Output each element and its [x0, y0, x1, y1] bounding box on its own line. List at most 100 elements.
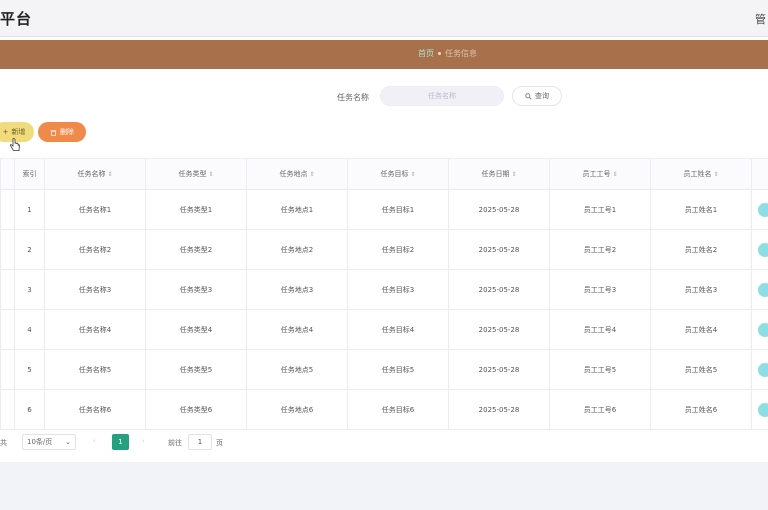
breadcrumb-banner: 首页 任务信息 [0, 40, 768, 69]
table-cell: 员工工号4 [549, 309, 651, 350]
row-action-button[interactable] [758, 362, 768, 377]
table-cell: 员工工号6 [549, 389, 651, 430]
column-header[interactable]: 任务类型 ⇕ [145, 158, 247, 190]
add-button-label: 新增 [11, 128, 26, 136]
sort-icon[interactable]: ⇕ [309, 171, 314, 178]
row-action-button[interactable] [758, 242, 768, 257]
chevron-down-icon: ⌄ [65, 438, 71, 446]
table-cell: 任务名称2 [44, 229, 146, 270]
column-header[interactable]: 任务日期 ⇕ [448, 158, 550, 190]
column-header-label: 任务名称 [77, 170, 106, 178]
row-action-button[interactable] [758, 402, 768, 417]
table-cell: 2025-05-28 [448, 349, 550, 390]
query-button[interactable]: 查询 [512, 86, 562, 106]
sort-icon[interactable]: ⇕ [410, 171, 415, 178]
table-row: 1 任务名称1 任务类型1 任务地点1 任务目标1 2025-05-28 员工工… [0, 189, 768, 230]
row-checkbox[interactable] [0, 229, 15, 270]
table-cell: 2025-05-28 [448, 229, 550, 270]
row-checkbox[interactable] [0, 269, 15, 310]
sort-icon[interactable]: ⇕ [612, 171, 617, 178]
search-input[interactable] [380, 86, 504, 106]
column-header[interactable]: 任务目标 ⇕ [347, 158, 449, 190]
table-cell: 5 [14, 349, 45, 390]
page-number-current[interactable]: 1 [112, 434, 129, 450]
table-cell: 任务类型3 [145, 269, 247, 310]
task-table-container: 索引 任务名称 ⇕ 任务类型 ⇕ 任务地点 ⇕ 任务目标 ⇕ 任务日期 ⇕ 员工工号 ⇕ 员… [0, 158, 768, 430]
page-unit-label: 页 [216, 439, 223, 447]
column-header[interactable]: 任务地点 ⇕ [246, 158, 348, 190]
query-button-label: 查询 [535, 92, 549, 100]
breadcrumb-home[interactable]: 首页 [418, 48, 434, 59]
table-cell: 任务地点4 [246, 309, 348, 350]
table-cell: 任务类型4 [145, 309, 247, 350]
row-action-button[interactable] [758, 202, 768, 217]
column-header[interactable]: 员工姓名 ⇕ [650, 158, 752, 190]
user-menu[interactable]: 管 [755, 11, 766, 27]
table-cell: 员工姓名5 [650, 349, 752, 390]
chevron-left-icon[interactable]: ‹ [93, 437, 96, 445]
row-actions [751, 229, 768, 270]
column-header-label: 任务目标 [380, 170, 409, 178]
table-cell: 4 [14, 309, 45, 350]
column-header-label: 任务类型 [178, 170, 207, 178]
table-cell: 任务名称6 [44, 389, 146, 430]
table-cell: 员工工号3 [549, 269, 651, 310]
actions-header [751, 158, 768, 190]
row-checkbox[interactable] [0, 309, 15, 350]
table-cell: 员工姓名3 [650, 269, 752, 310]
column-header-label: 员工工号 [582, 170, 611, 178]
table-row: 4 任务名称4 任务类型4 任务地点4 任务目标4 2025-05-28 员工工… [0, 309, 768, 350]
table-row: 6 任务名称6 任务类型6 任务地点6 任务目标6 2025-05-28 员工工… [0, 389, 768, 430]
table-cell: 任务目标3 [347, 269, 449, 310]
page-size-select[interactable]: 10条/页 ⌄ [22, 434, 76, 450]
table-cell: 任务目标2 [347, 229, 449, 270]
task-table: 索引 任务名称 ⇕ 任务类型 ⇕ 任务地点 ⇕ 任务目标 ⇕ 任务日期 ⇕ 员工工号 ⇕ 员… [0, 158, 768, 430]
table-cell: 2 [14, 229, 45, 270]
table-cell: 任务名称3 [44, 269, 146, 310]
column-header-label: 任务日期 [481, 170, 510, 178]
table-row: 2 任务名称2 任务类型2 任务地点2 任务目标2 2025-05-28 员工工… [0, 229, 768, 270]
table-cell: 1 [14, 189, 45, 230]
table-cell: 2025-05-28 [448, 389, 550, 430]
table-cell: 员工工号5 [549, 349, 651, 390]
row-checkbox[interactable] [0, 389, 15, 430]
sort-icon[interactable]: ⇕ [511, 171, 516, 178]
column-header[interactable]: 任务名称 ⇕ [44, 158, 146, 190]
pagination: 共 10条/页 ⌄ ‹ 1 › 前往 1 页 [0, 434, 768, 452]
goto-page-input[interactable]: 1 [188, 434, 212, 450]
row-action-button[interactable] [758, 282, 768, 297]
table-cell: 任务目标6 [347, 389, 449, 430]
table-cell: 员工姓名4 [650, 309, 752, 350]
delete-button-label: 删除 [60, 128, 74, 136]
table-cell: 任务地点2 [246, 229, 348, 270]
breadcrumb-separator-icon [438, 52, 441, 55]
breadcrumb-current: 任务信息 [445, 49, 477, 58]
sort-icon[interactable]: ⇕ [107, 171, 112, 178]
column-header: 索引 [14, 158, 45, 190]
table-cell: 任务类型5 [145, 349, 247, 390]
pagination-total: 共 [0, 439, 7, 447]
delete-button[interactable]: 删除 [38, 122, 86, 142]
row-actions [751, 349, 768, 390]
column-header[interactable]: 员工工号 ⇕ [549, 158, 651, 190]
sort-icon[interactable]: ⇕ [713, 171, 718, 178]
sort-icon[interactable]: ⇕ [208, 171, 213, 178]
table-cell: 任务目标5 [347, 349, 449, 390]
plus-icon: + [2, 128, 9, 136]
table-cell: 员工姓名2 [650, 229, 752, 270]
row-checkbox[interactable] [0, 349, 15, 390]
row-actions [751, 189, 768, 230]
chevron-right-icon[interactable]: › [142, 437, 145, 445]
table-cell: 任务名称4 [44, 309, 146, 350]
row-actions [751, 309, 768, 350]
hand-cursor-icon [9, 138, 20, 151]
table-cell: 任务地点1 [246, 189, 348, 230]
table-cell: 任务地点3 [246, 269, 348, 310]
row-action-button[interactable] [758, 322, 768, 337]
table-cell: 任务类型6 [145, 389, 247, 430]
row-checkbox[interactable] [0, 189, 15, 230]
table-cell: 任务名称5 [44, 349, 146, 390]
app-title: 平台 [0, 10, 33, 28]
select-all-header[interactable] [0, 158, 15, 190]
table-cell: 任务目标4 [347, 309, 449, 350]
